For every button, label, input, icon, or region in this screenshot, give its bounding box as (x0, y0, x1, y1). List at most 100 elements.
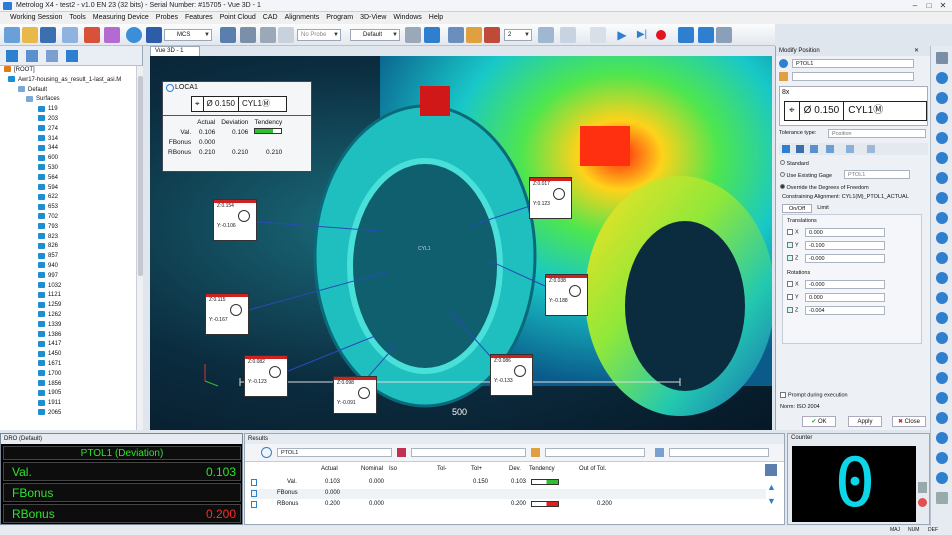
tab-vue-3d[interactable]: Vue 3D - 1 (150, 46, 200, 56)
radio-standard[interactable]: Standard (780, 160, 809, 167)
tolerance-type-select[interactable]: Position (828, 129, 926, 138)
align-icon[interactable] (405, 27, 421, 43)
checkbox[interactable] (787, 294, 793, 300)
gdt-icon[interactable] (936, 412, 948, 424)
intersection-icon[interactable] (936, 312, 948, 324)
tree-item[interactable]: 1032 (0, 281, 142, 292)
tree-item[interactable]: 344 (0, 144, 142, 154)
palette-icon[interactable] (104, 27, 120, 43)
probe-tool-icon[interactable] (220, 27, 236, 43)
deviation-callout[interactable]: Z:0.082 Y:-0.123 (244, 355, 288, 397)
trans-x-field[interactable]: 0.000 (805, 228, 885, 237)
view-select[interactable]: Default ▼ (350, 29, 400, 41)
projection-icon[interactable] (936, 332, 948, 344)
play-icon[interactable]: ▶ (614, 27, 630, 43)
angle-icon[interactable] (936, 372, 948, 384)
checkbox-checked[interactable] (787, 307, 793, 313)
tree-item[interactable]: 203 (0, 115, 142, 125)
save-icon[interactable] (40, 27, 56, 43)
menu-features[interactable]: Features (185, 12, 213, 24)
cylinder-icon[interactable] (936, 192, 948, 204)
tree-sort-icon[interactable] (46, 50, 58, 62)
deviation-callout[interactable]: Z:0.115 Y:-0.167 (205, 293, 249, 335)
results-datum-select[interactable] (545, 448, 645, 457)
rot-y-row[interactable]: Y (787, 294, 799, 300)
rot-x-row[interactable]: X (787, 281, 799, 287)
circle-icon[interactable] (936, 112, 948, 124)
tool-icon[interactable] (826, 145, 834, 153)
loca-overlay[interactable]: LOCA1 ⌖ Ø 0.150 CYL1Ⓜ Actual Deviation T… (162, 81, 312, 172)
tree-item[interactable]: 314 (0, 135, 142, 145)
reset-icon[interactable] (918, 498, 927, 507)
tree-expand-icon[interactable] (66, 50, 78, 62)
tree-item[interactable]: 940 (0, 262, 142, 272)
tree-item[interactable]: 826 (0, 242, 142, 252)
tree-item[interactable]: 1671 (0, 360, 142, 370)
tree-default[interactable]: Default (0, 86, 142, 96)
table-row[interactable]: FBonus 0.000 (251, 489, 766, 499)
tree-item[interactable]: 622 (0, 193, 142, 203)
menu-probes[interactable]: Probes (156, 12, 178, 24)
count-select[interactable]: 2 ▼ (504, 29, 532, 41)
tree-item[interactable]: 1450 (0, 350, 142, 360)
solid-view-icon[interactable] (466, 27, 482, 43)
ok-button[interactable]: ✔ OK (802, 416, 836, 427)
tree-filter-icon[interactable] (26, 50, 38, 62)
apply-button[interactable]: Apply (848, 416, 882, 427)
import-icon[interactable] (62, 27, 78, 43)
tree-item[interactable]: 2065 (0, 409, 142, 419)
cone-icon[interactable] (936, 212, 948, 224)
pin-icon[interactable] (936, 52, 948, 64)
tree-item[interactable]: 653 (0, 203, 142, 213)
datum-select[interactable] (792, 72, 914, 81)
open-folder-icon[interactable] (22, 27, 38, 43)
tree-item[interactable]: 1700 (0, 370, 142, 380)
rot-z-row[interactable]: Z (787, 307, 798, 313)
scroll-thumb[interactable] (138, 76, 143, 276)
profile-icon[interactable] (936, 452, 948, 464)
cube-view-icon[interactable] (448, 27, 464, 43)
deviation-callout[interactable]: Z:0.038 Y:-0.188 (545, 274, 588, 316)
pause-icon[interactable] (678, 27, 694, 43)
menu-alignments[interactable]: Alignments (285, 12, 320, 24)
menu-measuring-device[interactable]: Measuring Device (93, 12, 149, 24)
tree-item[interactable]: 600 (0, 154, 142, 164)
edit-icon[interactable] (84, 27, 100, 43)
point-cloud-icon[interactable] (538, 27, 554, 43)
sphere-icon[interactable] (936, 232, 948, 244)
stop-icon[interactable] (698, 27, 714, 43)
checkbox-checked[interactable] (787, 242, 793, 248)
tab-limit[interactable]: Limit (812, 204, 834, 213)
checkbox[interactable] (780, 392, 786, 398)
arrow-down-icon[interactable]: ▼ (767, 496, 776, 506)
tab-on-off[interactable]: On/Off (782, 204, 812, 213)
curve-icon[interactable] (936, 272, 948, 284)
radio-override[interactable]: Override the Degrees of Freedom (780, 184, 869, 191)
tool-icon[interactable] (867, 145, 875, 153)
arrow-up-icon[interactable]: ▲ (767, 482, 776, 492)
tree-item[interactable]: 1911 (0, 399, 142, 409)
tree-item[interactable]: 119 (0, 105, 142, 115)
frame-select[interactable]: MCS ▼ (164, 29, 212, 41)
trans-z-row[interactable]: Z (787, 255, 798, 261)
gage-select[interactable]: PTOL1 (844, 170, 910, 179)
close-window-icon[interactable]: ✕ (936, 0, 950, 12)
delete-icon[interactable] (936, 492, 948, 504)
refresh-icon[interactable] (126, 27, 142, 43)
report-icon[interactable] (484, 27, 500, 43)
checkbox-checked[interactable] (787, 255, 793, 261)
menu-program[interactable]: Program (326, 12, 353, 24)
checkbox[interactable] (787, 281, 793, 287)
report-icon[interactable] (936, 472, 948, 484)
tool-icon[interactable] (846, 145, 854, 153)
results-filter-select[interactable] (411, 448, 526, 457)
menu-cad[interactable]: CAD (263, 12, 278, 24)
minimize-icon[interactable]: – (908, 0, 922, 12)
grid-view-icon[interactable] (424, 27, 440, 43)
tree-scrollbar[interactable] (136, 66, 143, 430)
tree-surfaces[interactable]: Surfaces (0, 95, 142, 105)
mesh-icon[interactable] (560, 27, 576, 43)
table-row[interactable]: RBonus 0.200 0.000 0.200 0.200 (251, 500, 766, 510)
close-panel-icon[interactable]: ✕ (914, 47, 919, 54)
tree-part[interactable]: Awr17-housing_as_result_1-last_asi.M (0, 76, 142, 86)
